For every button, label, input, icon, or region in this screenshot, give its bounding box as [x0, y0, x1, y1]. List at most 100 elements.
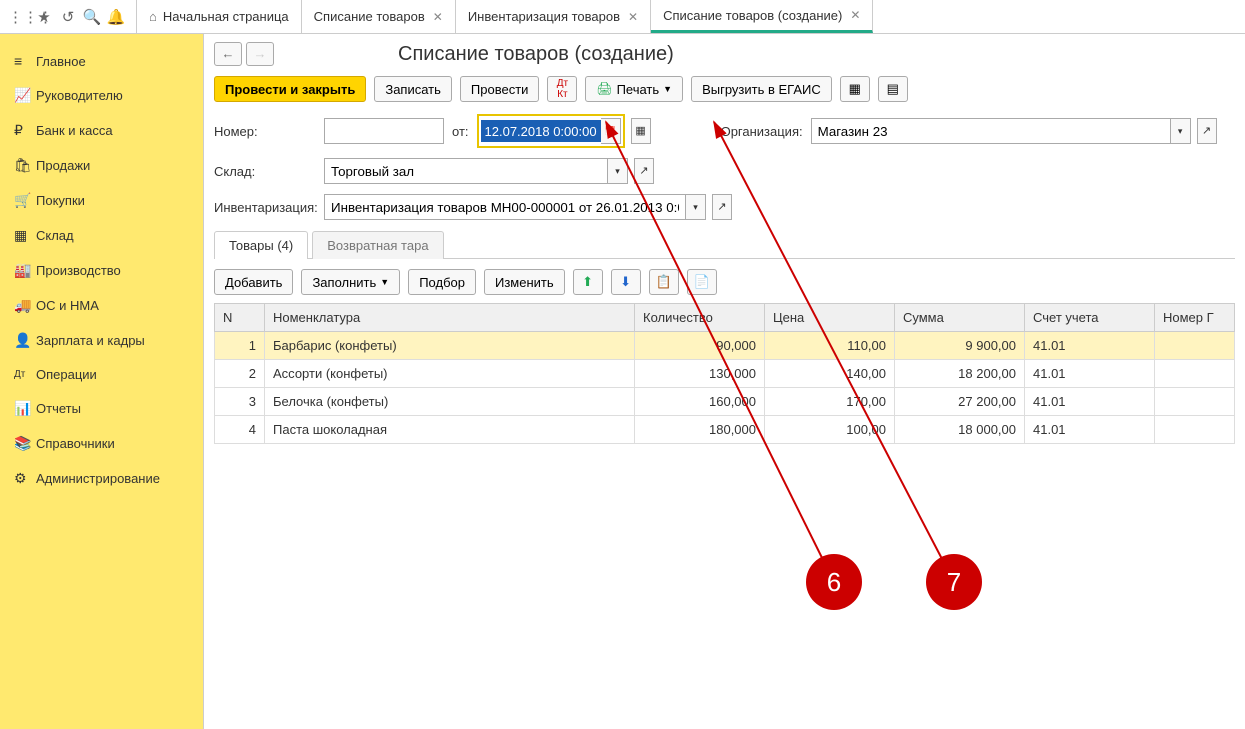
sidebar-item-directories[interactable]: 📚Справочники — [0, 426, 203, 461]
truck-icon: 🚚 — [14, 297, 36, 314]
change-button[interactable]: Изменить — [484, 269, 565, 295]
table-row[interactable]: 3Белочка (конфеты)160,000170,0027 200,00… — [215, 388, 1235, 416]
inv-label: Инвентаризация: — [214, 200, 324, 215]
sidebar-item-bank[interactable]: ₽Банк и касса — [0, 113, 203, 148]
sidebar-item-label: Администрирование — [36, 471, 160, 486]
number-input[interactable] — [324, 118, 444, 144]
sidebar-item-main[interactable]: ≡Главное — [0, 44, 203, 78]
sidebar-item-admin[interactable]: ⚙Администрирование — [0, 461, 203, 496]
search-icon[interactable]: 🔍 — [80, 8, 104, 26]
save-button[interactable]: Записать — [374, 76, 452, 102]
close-icon[interactable]: ✕ — [628, 10, 638, 24]
sidebar-item-label: Зарплата и кадры — [36, 333, 145, 348]
star-icon[interactable]: ★ — [32, 8, 56, 26]
inner-tabs: Товары (4) Возвратная тара — [214, 230, 1235, 259]
topbar: ⋮⋮⋮ ★ ↺ 🔍 🔔 ⌂ Начальная страница Списани… — [0, 0, 1245, 34]
pick-button[interactable]: Подбор — [408, 269, 476, 295]
close-icon[interactable]: ✕ — [433, 10, 443, 24]
date-field[interactable]: 12.07.2018 0:00:00 📅 — [477, 114, 625, 148]
sidebar-item-sales[interactable]: 🛍Продажи — [0, 148, 203, 183]
sidebar-item-production[interactable]: 🏭Производство — [0, 253, 203, 288]
org-open-button[interactable]: ↗ — [1197, 118, 1217, 144]
history-icon[interactable]: ↺ — [56, 8, 80, 26]
post-close-button[interactable]: Провести и закрыть — [214, 76, 366, 102]
fill-button[interactable]: Заполнить▼ — [301, 269, 400, 295]
sidebar-item-label: Производство — [36, 263, 121, 278]
tab-label: Инвентаризация товаров — [468, 9, 620, 24]
annotation-circle-7: 7 — [926, 554, 982, 610]
col-gtd[interactable]: Номер Г — [1155, 304, 1235, 332]
extra2-button[interactable]: ▤ — [878, 76, 908, 102]
sklad-dropdown-icon[interactable]: ▾ — [608, 158, 628, 184]
date-value: 12.07.2018 0:00:00 — [481, 120, 601, 142]
calendar-icon[interactable]: 📅 — [601, 118, 621, 144]
ruble-icon: ₽ — [14, 122, 36, 139]
sidebar-item-assets[interactable]: 🚚ОС и НМА — [0, 288, 203, 323]
inv-open-button[interactable]: ↗ — [712, 194, 732, 220]
post-button[interactable]: Провести — [460, 76, 540, 102]
extra1-button[interactable]: ▦ — [840, 76, 870, 102]
sklad-input[interactable] — [324, 158, 608, 184]
move-down-button[interactable]: ⬇ — [611, 269, 641, 295]
printer-icon: 🖨 — [596, 81, 613, 97]
sidebar-item-manager[interactable]: 📈Руководителю — [0, 78, 203, 113]
sidebar-item-label: Руководителю — [36, 88, 123, 103]
sidebar-item-reports[interactable]: 📊Отчеты — [0, 391, 203, 426]
back-button[interactable]: ← — [214, 42, 242, 66]
col-price[interactable]: Цена — [765, 304, 895, 332]
col-sum[interactable]: Сумма — [895, 304, 1025, 332]
dtkt-button[interactable]: ДтКт — [547, 76, 577, 102]
tab-home[interactable]: ⌂ Начальная страница — [137, 0, 302, 33]
page-title: Списание товаров (создание) — [398, 43, 674, 66]
sidebar-item-purchases[interactable]: 🛒Покупки — [0, 183, 203, 218]
grid-icon: ▦ — [14, 227, 36, 244]
forward-button[interactable]: → — [246, 42, 274, 66]
table-row[interactable]: 2Ассорти (конфеты)130,000140,0018 200,00… — [215, 360, 1235, 388]
home-icon: ⌂ — [149, 9, 157, 24]
tab-tara[interactable]: Возвратная тара — [312, 231, 443, 259]
bag-icon: 🛍 — [14, 157, 36, 174]
sidebar-item-operations[interactable]: ДтОперации — [0, 358, 203, 391]
tab-goods[interactable]: Товары (4) — [214, 231, 308, 259]
number-label: Номер: — [214, 124, 324, 139]
sidebar-item-warehouse[interactable]: ▦Склад — [0, 218, 203, 253]
org-label: Организация: — [721, 124, 811, 139]
date-extra-button[interactable]: ▦ — [631, 118, 651, 144]
col-acc[interactable]: Счет учета — [1025, 304, 1155, 332]
table-row[interactable]: 1Барбарис (конфеты)90,000110,009 900,004… — [215, 332, 1235, 360]
factory-icon: 🏭 — [14, 262, 36, 279]
sidebar-item-label: Продажи — [36, 158, 90, 173]
print-button[interactable]: 🖨 Печать▼ — [585, 76, 683, 102]
chart-icon: 📈 — [14, 87, 36, 104]
copy-button[interactable]: 📋 — [649, 269, 679, 295]
add-button[interactable]: Добавить — [214, 269, 293, 295]
tab-writeoff-create[interactable]: Списание товаров (создание) ✕ — [651, 0, 873, 33]
paste-button[interactable]: 📄 — [687, 269, 717, 295]
sidebar-item-label: Покупки — [36, 193, 85, 208]
sidebar-item-payroll[interactable]: 👤Зарплата и кадры — [0, 323, 203, 358]
toolbar: Провести и закрыть Записать Провести ДтК… — [214, 76, 1235, 102]
move-up-button[interactable]: ⬆ — [573, 269, 603, 295]
goods-table: N Номенклатура Количество Цена Сумма Сче… — [214, 303, 1235, 444]
egais-button[interactable]: Выгрузить в ЕГАИС — [691, 76, 832, 102]
sidebar: ≡Главное 📈Руководителю ₽Банк и касса 🛍Пр… — [0, 34, 204, 729]
close-icon[interactable]: ✕ — [850, 8, 860, 22]
table-row[interactable]: 4Паста шоколадная180,000100,0018 000,004… — [215, 416, 1235, 444]
dtkt-icon: Дт — [14, 369, 36, 380]
inv-dropdown-icon[interactable]: ▾ — [686, 194, 706, 220]
sidebar-item-label: Справочники — [36, 436, 115, 451]
org-dropdown-icon[interactable]: ▾ — [1171, 118, 1191, 144]
tab-inventory[interactable]: Инвентаризация товаров ✕ — [456, 0, 651, 33]
main-content: ← → Списание товаров (создание) Провести… — [204, 34, 1245, 729]
bell-icon[interactable]: 🔔 — [104, 8, 128, 26]
sidebar-item-label: Главное — [36, 54, 86, 69]
apps-icon[interactable]: ⋮⋮⋮ — [8, 8, 32, 26]
col-nom[interactable]: Номенклатура — [265, 304, 635, 332]
gear-icon: ⚙ — [14, 470, 36, 487]
col-qty[interactable]: Количество — [635, 304, 765, 332]
org-input[interactable] — [811, 118, 1171, 144]
inv-input[interactable] — [324, 194, 686, 220]
tab-writeoff[interactable]: Списание товаров ✕ — [302, 0, 456, 33]
sklad-open-button[interactable]: ↗ — [634, 158, 654, 184]
col-n[interactable]: N — [215, 304, 265, 332]
